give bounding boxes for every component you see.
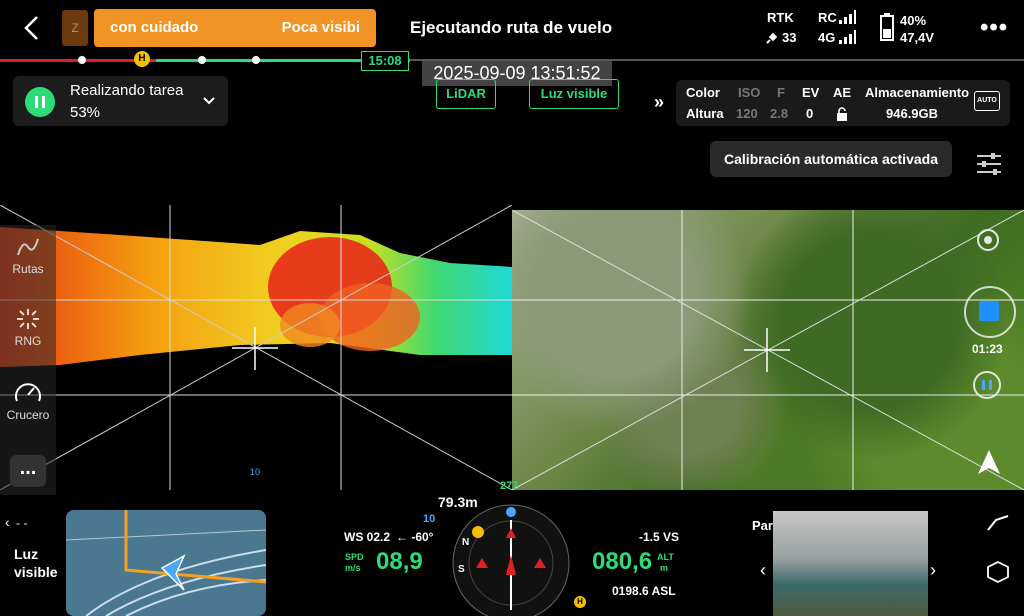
rear-prev-icon[interactable]: ‹ [760,560,766,581]
warning-text-right: Poca visibi [281,19,360,36]
home-icon: H [574,596,586,608]
camera-grid-overlay [512,210,1024,490]
camera-params-panel[interactable]: Color Altura ISO 120 F 2.8 EV 0 AE Almac… [676,80,1010,126]
sidebar-item-crucero[interactable]: Crucero [0,379,56,422]
flight-time-remaining: 15:08 [361,51,409,71]
speed-value: 08,9 [376,548,423,575]
color-label: Color [686,85,720,100]
more-menu-icon[interactable]: ••• [980,14,1008,42]
compass-attitude-indicator [452,504,570,616]
altitude-small: 10 [423,513,436,525]
sidebar-item-rutas[interactable]: Rutas [0,235,56,276]
speed-unit: m/s [345,563,361,573]
battery-icon [880,13,894,41]
rtk-label: RTK [767,10,794,25]
altitude-unit: m [660,563,669,573]
f-label: F [777,85,785,100]
pause-task-button[interactable] [25,87,55,117]
vertical-speed: -1.5 VS [639,530,680,544]
wind-speed: WS 02.2 [344,530,391,544]
visible-camera-view[interactable] [512,210,1024,490]
iso-label: ISO [738,85,761,100]
lens-lidar-button[interactable]: LiDAR [436,79,496,109]
lens-visible-button[interactable]: Luz visible [529,79,619,109]
3d-cube-icon[interactable] [986,560,1010,584]
rng-icon [17,309,39,329]
sidebar-more-button[interactable]: ... [10,455,46,487]
color-value: Altura [686,106,724,121]
rc-signal-icon [839,10,856,24]
network-label: 4G [818,30,836,45]
settings-sliders-icon[interactable] [976,153,1002,175]
sidebar-item-label: Crucero [6,408,50,422]
photo-mode-icon[interactable] [972,370,1002,400]
unlock-icon[interactable] [836,107,848,121]
warning-badge: Z [62,10,88,46]
minimap[interactable] [66,510,266,616]
sidebar-item-label: RNG [14,334,42,348]
wind-direction: ← -60° [396,530,434,544]
task-percent: 53% [70,104,101,121]
rear-next-icon[interactable]: › [930,560,936,581]
altitude-label: ALT [657,552,674,562]
sidebar-item-label: Rutas [12,262,44,276]
altitude-asl: 0198.6 ASL [612,584,676,598]
compass-south: S [458,564,465,575]
map-north-arrow-icon [978,450,1000,474]
warning-banner[interactable]: con cuidado Poca visibi [94,9,376,47]
camera-switch-icon[interactable] [972,226,1004,254]
network-signal-icon [839,30,856,44]
home-point-marker: H [134,51,150,67]
record-stop-icon [979,301,999,321]
calibration-status: Calibración automática activada [710,141,952,177]
storage-value: 946.9GB [886,106,939,121]
waypoint-dot [252,56,260,64]
record-time: 01:23 [972,342,1003,356]
battery-voltage: 47,4V [900,30,934,45]
ev-value: 0 [806,106,814,121]
rc-label: RC [818,10,837,25]
cruise-gauge-icon [15,383,41,402]
rear-camera-view[interactable] [773,511,928,616]
sidebar-item-rng[interactable]: RNG [0,307,56,348]
bottom-left-chevron[interactable]: ‹ [5,514,10,530]
task-status-text: Realizando tarea [70,82,184,99]
ae-label: AE [833,85,852,100]
task-status-card[interactable]: Realizando tarea 53% [13,76,228,126]
page-title: Ejecutando ruta de vuelo [410,18,613,37]
altitude-value: 080,6 [592,548,653,575]
routes-icon [17,238,39,256]
rtk-sats: 33 [782,30,797,45]
waypoint-dot [198,56,206,64]
auto-mode-icon[interactable]: AUTO [974,91,1000,111]
compass-north: N [462,537,470,548]
waypoint-dot [78,56,86,64]
satellite-icon [766,32,778,44]
warning-text-left: con cuidado [110,19,199,36]
bottom-left-dashes: - - [16,516,28,530]
heading-value: 277 [500,480,519,492]
pause-icon [35,96,45,108]
line-measure-icon[interactable] [986,512,1010,532]
back-arrow-icon[interactable] [18,14,46,42]
chevron-down-icon[interactable] [203,96,215,106]
iso-value: 120 [736,106,758,121]
battery-percent: 40% [900,13,927,28]
expand-panel-icon[interactable]: » [654,92,664,113]
minimap-routes [66,510,266,616]
luz-visible-label-line1: Luz [14,546,39,562]
lidar-point-cloud [0,205,512,490]
lidar-range-marker: 10 [250,467,261,477]
storage-label: Almacenamiento [865,85,970,100]
luz-visible-label-line2: visible [14,564,58,580]
speed-label: SPD [345,552,364,562]
f-value: 2.8 [770,106,789,121]
lidar-view[interactable]: 10 [0,205,512,490]
ev-label: EV [802,85,820,100]
